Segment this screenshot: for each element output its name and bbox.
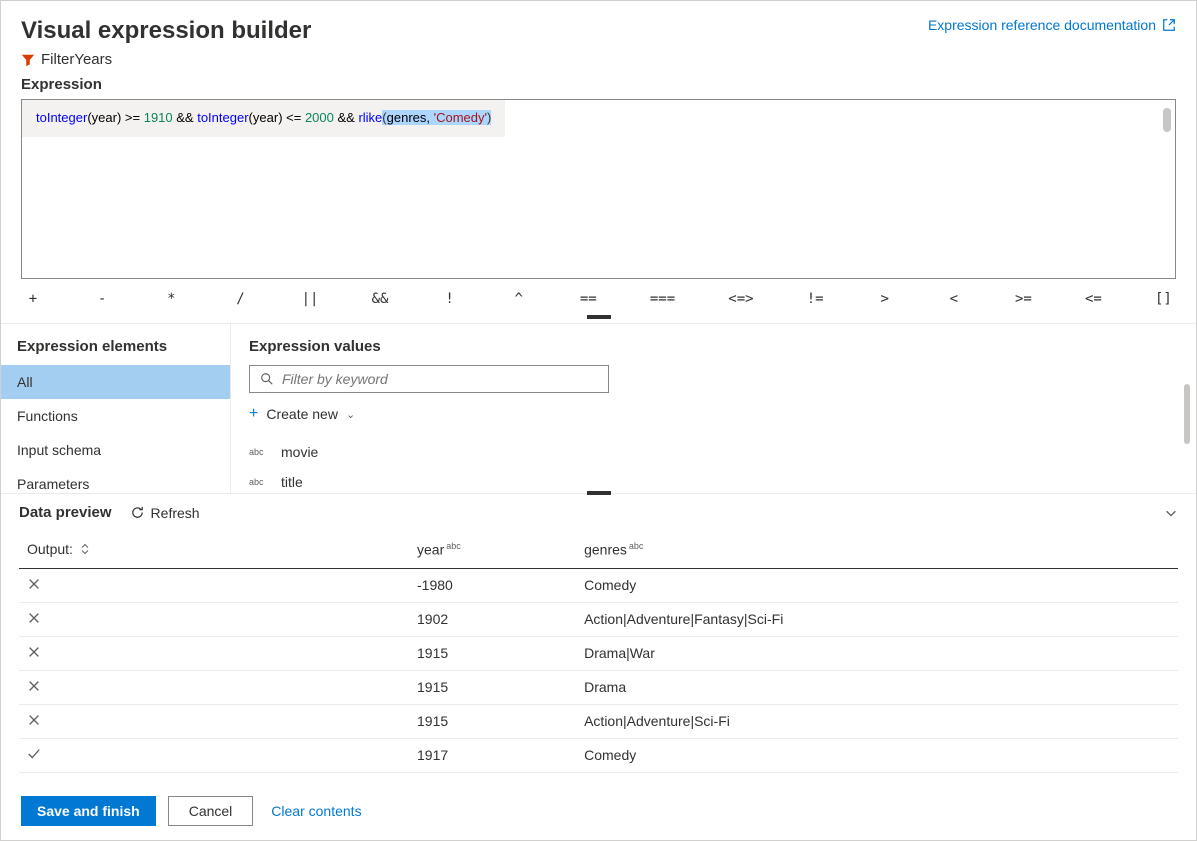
doc-link[interactable]: Expression reference documentation (928, 17, 1176, 33)
clear-contents-button[interactable]: Clear contents (271, 803, 361, 819)
editor-scrollbar[interactable] (1163, 108, 1171, 132)
external-link-icon (1162, 18, 1176, 32)
cancel-button[interactable]: Cancel (168, 796, 254, 826)
operator-&&[interactable]: && (368, 289, 393, 309)
table-row: 1915Drama (19, 670, 1178, 704)
refresh-button[interactable]: Refresh (130, 505, 200, 521)
sort-icon (79, 543, 91, 555)
operator-<[interactable]: < (942, 289, 966, 309)
value-item[interactable]: abctitle (249, 467, 1178, 497)
elements-title: Expression elements (1, 324, 230, 365)
operator-/[interactable]: / (228, 289, 252, 309)
chevron-down-icon: ⌄ (346, 408, 355, 421)
plus-icon: + (249, 405, 258, 423)
operator-^[interactable]: ^ (507, 289, 531, 309)
type-badge: abc (249, 447, 271, 457)
operator-==[interactable]: == (576, 289, 601, 309)
filter-name: FilterYears (41, 51, 112, 68)
operator-*[interactable]: * (159, 289, 183, 309)
check-icon (27, 747, 41, 761)
values-title: Expression values (249, 338, 1178, 365)
footer: Save and finish Cancel Clear contents (1, 782, 1196, 840)
table-row: 1915Action|Adventure|Sci-Fi (19, 704, 1178, 738)
operator->[interactable]: > (873, 289, 897, 309)
output-header[interactable]: Output: (27, 541, 401, 557)
values-search[interactable] (249, 365, 609, 393)
column-header-genres[interactable]: genresabc (576, 531, 1178, 568)
operator-<=[interactable]: <= (1081, 289, 1106, 309)
refresh-icon (130, 505, 145, 520)
cross-icon (27, 645, 41, 659)
table-row: 1902Action|Adventure|Fantasy|Sci-Fi (19, 602, 1178, 636)
cross-icon (27, 577, 41, 591)
search-icon (260, 372, 274, 386)
save-button[interactable]: Save and finish (21, 796, 156, 826)
preview-title: Data preview (19, 504, 112, 521)
expression-label: Expression (1, 76, 1196, 99)
type-badge: abc (249, 477, 271, 487)
cross-icon (27, 713, 41, 727)
operator-<=>[interactable]: <=> (724, 289, 757, 309)
filter-icon (21, 53, 35, 67)
operator-||[interactable]: || (298, 289, 323, 309)
search-input[interactable] (282, 371, 598, 387)
element-item-all[interactable]: All (1, 365, 230, 399)
table-row: 1915Drama|War (19, 636, 1178, 670)
operator--[interactable]: - (90, 289, 114, 309)
element-item-input-schema[interactable]: Input schema (1, 433, 230, 467)
operator-[][interactable]: [] (1151, 289, 1176, 309)
table-row: 1917Comedy (19, 738, 1178, 772)
operator-!=[interactable]: != (803, 289, 828, 309)
values-scrollbar[interactable] (1184, 384, 1190, 444)
table-row: -1980Comedy (19, 568, 1178, 602)
cross-icon (27, 611, 41, 625)
create-new-button[interactable]: + Create new ⌄ (249, 405, 1178, 423)
expression-values-panel: Expression values + Create new ⌄ abcmovi… (231, 324, 1196, 493)
preview-table: Output: yearabcgenresabc -1980Comedy1902A… (19, 531, 1178, 773)
operator-+[interactable]: + (21, 289, 45, 309)
element-item-parameters[interactable]: Parameters (1, 467, 230, 501)
data-preview-panel: Data preview Refresh Output: yearabcgenre… (1, 493, 1196, 782)
operator->=[interactable]: >= (1011, 289, 1036, 309)
chevron-down-icon[interactable] (1164, 506, 1178, 520)
cross-icon (27, 679, 41, 693)
header: Visual expression builder FilterYears Ex… (1, 1, 1196, 76)
value-item[interactable]: abcmovie (249, 437, 1178, 467)
splitter-handle[interactable] (587, 491, 611, 495)
expression-elements-panel: Expression elements AllFunctionsInput sc… (1, 324, 231, 493)
element-item-functions[interactable]: Functions (1, 399, 230, 433)
operator-![interactable]: ! (438, 289, 462, 309)
column-header-year[interactable]: yearabc (409, 531, 576, 568)
page-title: Visual expression builder (21, 17, 311, 45)
expression-editor[interactable]: toInteger(year) >= 1910 && toInteger(yea… (21, 99, 1176, 279)
operator-toolbar: +-*/||&&!^=====<=>!=><>=<=[] (1, 279, 1196, 323)
operator-===[interactable]: === (646, 289, 679, 309)
